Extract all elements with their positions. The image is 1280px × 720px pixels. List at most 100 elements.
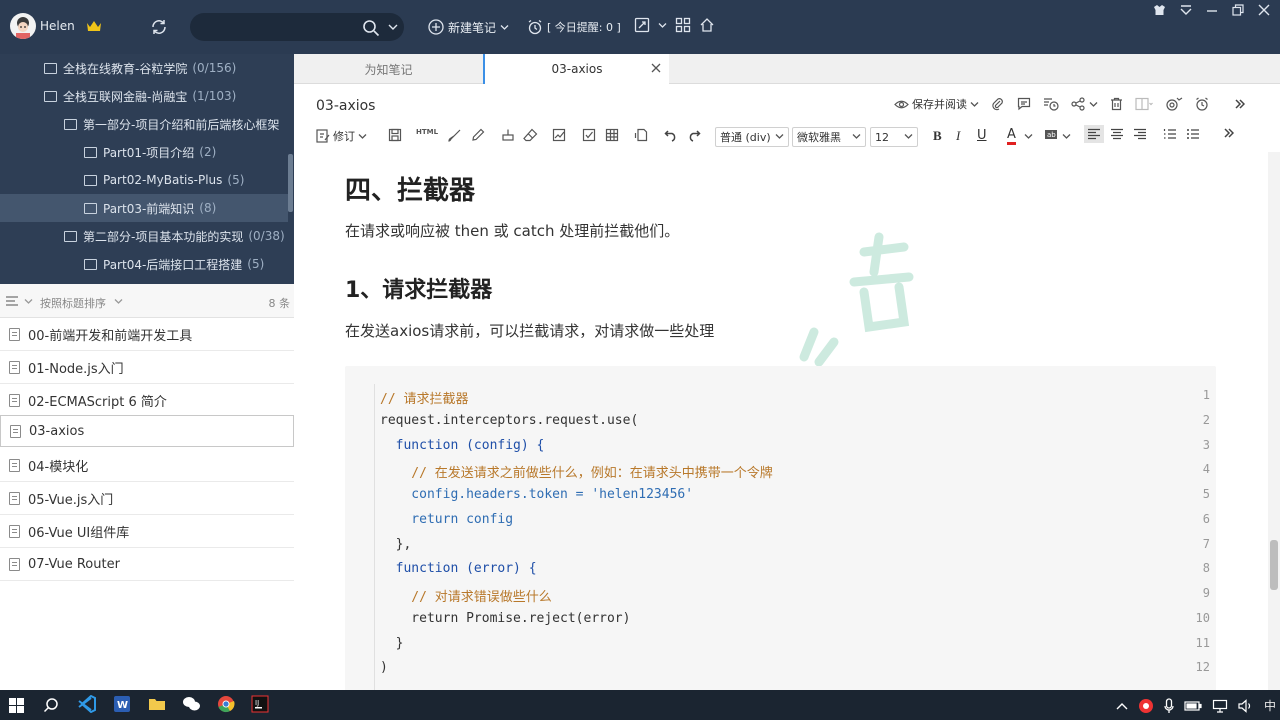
bold-button[interactable]: B: [933, 128, 942, 144]
list-item[interactable]: 04-模块化: [0, 449, 294, 482]
minimize-icon[interactable]: [1206, 4, 1218, 16]
comment-icon[interactable]: [1017, 97, 1031, 111]
username[interactable]: Helen: [40, 19, 75, 33]
chevron-down-icon[interactable]: [114, 298, 123, 305]
bullet-list-icon[interactable]: [1186, 128, 1200, 140]
history-icon[interactable]: [1043, 97, 1059, 111]
html-button[interactable]: HTML: [416, 128, 438, 136]
delete-icon[interactable]: [1110, 97, 1123, 111]
code-block[interactable]: 1 2 3 4 5 6 7 8 9 10 11 12 // 请求拦截器 requ…: [345, 366, 1216, 690]
align-right-icon[interactable]: [1133, 128, 1147, 140]
tree-item[interactable]: 第二部分-项目基本功能的实现 (0/38): [64, 222, 285, 250]
crown-icon[interactable]: [86, 19, 102, 33]
chevron-down-icon[interactable]: [658, 22, 667, 29]
home-icon[interactable]: [699, 17, 715, 33]
list-item[interactable]: 07-Vue Router: [0, 548, 294, 581]
italic-button[interactable]: I: [956, 128, 960, 144]
vscode-icon[interactable]: [78, 695, 96, 713]
new-note-button[interactable]: 新建笔记: [428, 17, 509, 37]
ordered-list-icon[interactable]: [1163, 128, 1177, 140]
tree-item[interactable]: 全栈互联网金融-尚融宝 (1/103): [44, 82, 236, 110]
windows-start-icon[interactable]: [9, 698, 24, 713]
list-view-icon[interactable]: [5, 295, 19, 307]
file-explorer-icon[interactable]: [148, 695, 166, 713]
chevron-up-icon[interactable]: [1116, 702, 1128, 710]
wechat-icon[interactable]: [182, 695, 201, 713]
search-icon[interactable]: [43, 697, 59, 713]
insert-icon[interactable]: [634, 128, 648, 142]
list-item[interactable]: 06-Vue UI组件库: [0, 515, 294, 548]
brush-icon[interactable]: [448, 128, 462, 142]
align-left-icon[interactable]: [1084, 125, 1104, 143]
list-item[interactable]: 01-Node.js入门: [0, 351, 294, 384]
revise-button[interactable]: 修订: [316, 128, 367, 144]
search-icon[interactable]: [362, 19, 380, 37]
network-icon[interactable]: [1212, 699, 1228, 713]
sort-label[interactable]: 按照标题排序: [40, 295, 106, 311]
battery-icon[interactable]: [1184, 700, 1202, 712]
search-input[interactable]: [190, 13, 404, 41]
font-select[interactable]: 微软雅黑: [792, 127, 866, 147]
close-icon[interactable]: [651, 63, 661, 73]
size-select[interactable]: 12: [870, 127, 918, 147]
attachment-icon[interactable]: [991, 97, 1005, 111]
underline-button[interactable]: U: [977, 128, 987, 143]
highlight-icon[interactable]: ab: [1044, 128, 1058, 142]
list-item[interactable]: 05-Vue.js入门: [0, 482, 294, 515]
chevron-down-icon[interactable]: [1062, 133, 1071, 140]
tree-item[interactable]: Part02-MyBatis-Plus (5): [84, 166, 244, 194]
editor-scrollbar[interactable]: [1268, 152, 1280, 690]
search-dropdown-icon[interactable]: [388, 23, 398, 31]
grid-apps-icon[interactable]: [675, 17, 691, 33]
restore-icon[interactable]: [1232, 4, 1244, 16]
table-icon[interactable]: [605, 128, 619, 142]
undo-icon[interactable]: [664, 128, 678, 142]
volume-icon[interactable]: [1238, 698, 1254, 713]
wechat-moments-icon[interactable]: [1165, 97, 1183, 111]
sync-icon[interactable]: [150, 18, 168, 36]
save-read-button[interactable]: 保存并阅读: [894, 96, 979, 112]
tree-item[interactable]: 第一部分-项目介绍和前后端核心框架: [64, 110, 279, 138]
align-center-icon[interactable]: [1110, 128, 1124, 140]
intellij-icon[interactable]: IJ: [251, 695, 269, 713]
skin-icon[interactable]: [1153, 4, 1166, 16]
tab-active[interactable]: 03-axios: [483, 54, 669, 84]
pen-icon[interactable]: [471, 128, 485, 142]
tree-item[interactable]: Part01-项目介绍 (2): [84, 138, 216, 166]
resize-icon[interactable]: [634, 17, 650, 33]
avatar[interactable]: [10, 13, 36, 39]
paragraph-select[interactable]: 普通 (div): [715, 127, 789, 147]
share-icon[interactable]: [1071, 97, 1085, 111]
editor-scrollbar-thumb[interactable]: [1270, 540, 1278, 590]
alarm-icon[interactable]: [1195, 97, 1209, 111]
ime-icon[interactable]: [1138, 698, 1154, 714]
menu-icon[interactable]: [1180, 4, 1192, 16]
font-color-button[interactable]: A: [1007, 128, 1016, 145]
close-icon[interactable]: [1258, 4, 1270, 16]
image-edit-icon[interactable]: [552, 128, 566, 142]
list-item-selected[interactable]: 03-axios: [0, 415, 294, 447]
chevron-down-icon[interactable]: [1089, 101, 1098, 108]
tree-item[interactable]: Part04-后端接口工程搭建 (5): [84, 250, 264, 278]
more-icon[interactable]: [1235, 99, 1245, 109]
ime-language-label[interactable]: 中: [1264, 697, 1276, 714]
checkbox-icon[interactable]: [582, 128, 596, 142]
tree-item[interactable]: 全栈在线教育-谷粒学院 (0/156): [44, 54, 236, 82]
chrome-icon[interactable]: [217, 695, 235, 713]
eraser-icon[interactable]: [523, 128, 538, 142]
microphone-icon[interactable]: [1164, 697, 1174, 714]
editor-area[interactable]: 四、拦截器 在请求或响应被 then 或 catch 处理前拦截他们。 1、请求…: [294, 152, 1268, 690]
tab-wiz[interactable]: 为知笔记: [294, 54, 483, 84]
list-item[interactable]: 02-ECMAScript 6 简介: [0, 384, 294, 417]
split-view-icon[interactable]: [1135, 97, 1153, 111]
reminder-button[interactable]: [ 今日提醒: 0 ]: [527, 17, 621, 37]
tree-scrollbar[interactable]: [288, 154, 293, 212]
redo-icon[interactable]: [687, 128, 701, 142]
list-item[interactable]: 00-前端开发和前端开发工具: [0, 318, 294, 351]
more-icon[interactable]: [1224, 128, 1234, 138]
chevron-down-icon[interactable]: [1024, 133, 1033, 140]
format-painter-icon[interactable]: [501, 128, 515, 142]
save-icon[interactable]: [388, 128, 402, 142]
note-title-field[interactable]: 03-axios: [316, 98, 375, 114]
tree-item-selected[interactable]: Part03-前端知识 (8): [0, 194, 288, 222]
